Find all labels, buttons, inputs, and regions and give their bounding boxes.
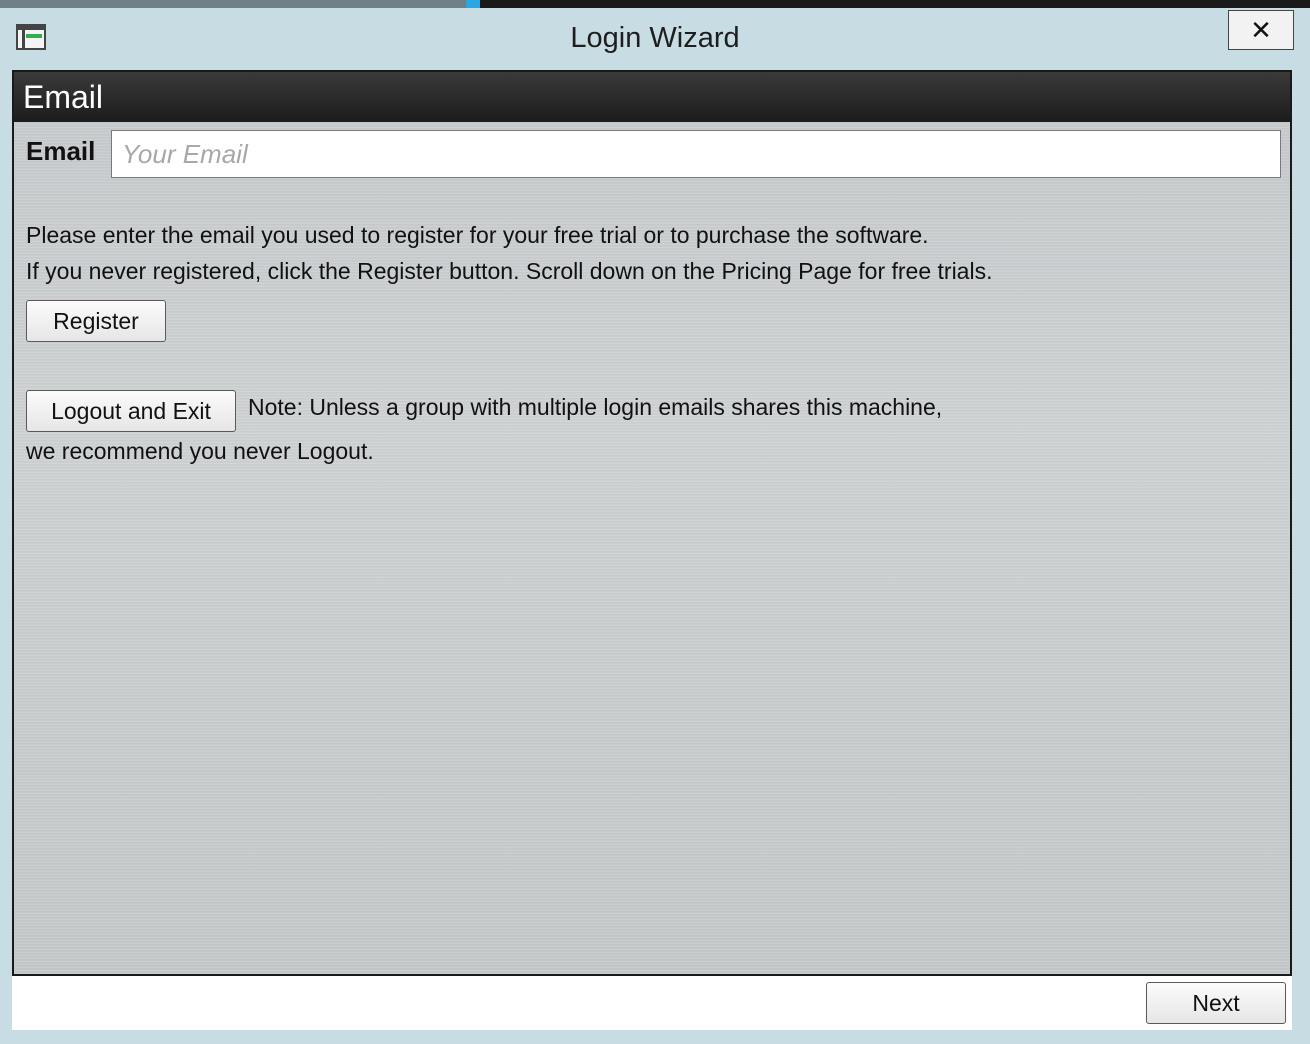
background-window-left	[0, 0, 466, 8]
instruction-line-1: Please enter the email you used to regis…	[26, 222, 929, 248]
background-window-accent	[466, 0, 480, 8]
note-line-1: Note: Unless a group with multiple login…	[248, 394, 943, 420]
logout-and-exit-button[interactable]: Logout and Exit	[26, 390, 236, 432]
window-title: Login Wizard	[570, 22, 740, 54]
close-button[interactable]: ✕	[1228, 10, 1294, 50]
section-header: Email	[14, 72, 1290, 122]
titlebar: Login Wizard ✕	[0, 8, 1310, 70]
register-button[interactable]: Register	[26, 300, 166, 342]
login-wizard-window: Login Wizard ✕ Email Email Please enter …	[0, 0, 1310, 1044]
email-input[interactable]	[111, 130, 1281, 178]
background-window-strip	[0, 0, 1310, 8]
close-icon: ✕	[1250, 14, 1272, 45]
next-button[interactable]: Next	[1146, 982, 1286, 1024]
instruction-line-2: If you never registered, click the Regis…	[26, 258, 993, 284]
note-line-2: we recommend you never Logout.	[26, 438, 374, 464]
footer-bar: Next	[12, 976, 1292, 1030]
email-label: Email	[26, 136, 96, 166]
email-panel: Email Email Please enter the email you u…	[12, 70, 1292, 976]
